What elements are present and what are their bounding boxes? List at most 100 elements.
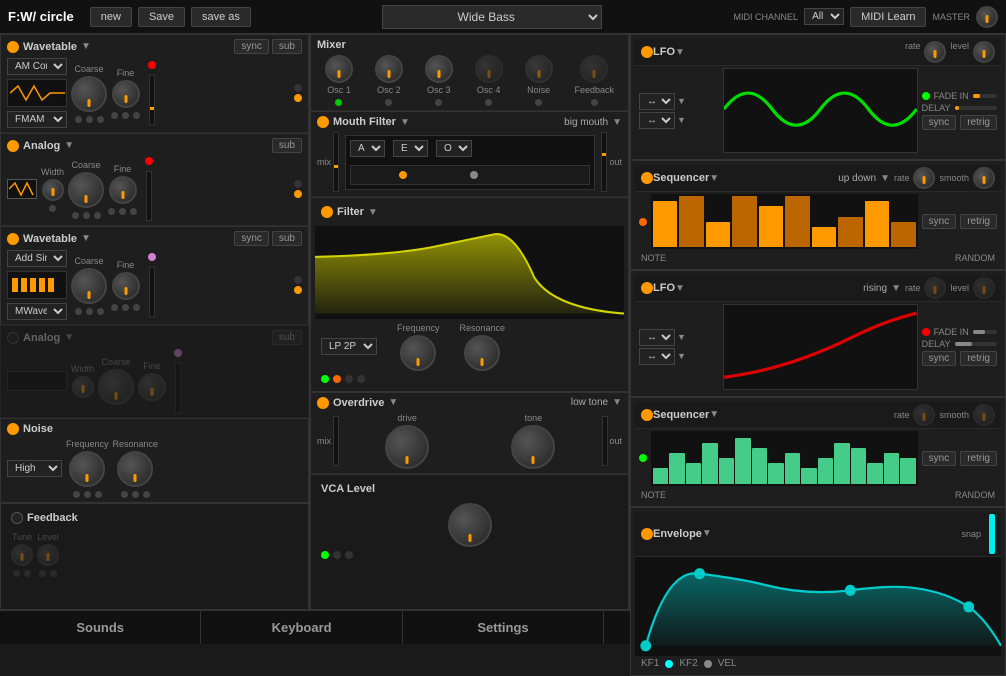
wavetable1-fine-dot1[interactable] bbox=[111, 112, 118, 119]
seq2-bar-11[interactable] bbox=[834, 443, 849, 484]
kf2-led[interactable] bbox=[704, 660, 712, 668]
seq2-bar-10[interactable] bbox=[818, 458, 833, 484]
seq2-bar-8[interactable] bbox=[785, 453, 800, 484]
overdrive-out-slider[interactable] bbox=[602, 416, 608, 466]
analog2-fine-knob[interactable] bbox=[138, 373, 166, 401]
seq1-bar-6[interactable] bbox=[812, 227, 836, 247]
wavetable1-coarse-dot3[interactable] bbox=[97, 116, 104, 123]
filter-power[interactable] bbox=[321, 206, 333, 218]
wavetable1-wave-select[interactable]: FMAM bbox=[7, 111, 67, 128]
save-as-button[interactable]: save as bbox=[191, 7, 251, 27]
nav-settings[interactable]: Settings bbox=[403, 611, 604, 644]
master-knob[interactable] bbox=[976, 6, 998, 28]
seq1-bar-5[interactable] bbox=[785, 196, 809, 247]
mouth-a-dot[interactable] bbox=[399, 171, 407, 179]
mouth-filter-power[interactable] bbox=[317, 116, 329, 128]
lfo1-delay-slider[interactable] bbox=[955, 106, 998, 110]
analog2-slider[interactable] bbox=[175, 363, 181, 413]
seq2-bar-9[interactable] bbox=[801, 468, 816, 483]
midi-learn-button[interactable]: MIDI Learn bbox=[850, 7, 926, 27]
seq1-bar-3[interactable] bbox=[732, 196, 756, 247]
env-power[interactable] bbox=[641, 528, 653, 540]
filter-freq-knob[interactable] bbox=[400, 335, 436, 371]
noise-type-select[interactable]: High bbox=[7, 460, 62, 477]
analog1-f-dot1[interactable] bbox=[108, 208, 115, 215]
noise-r-dot3[interactable] bbox=[143, 491, 150, 498]
wavetable2-f-dot1[interactable] bbox=[111, 304, 118, 311]
wavetable1-coarse-knob[interactable] bbox=[71, 76, 107, 112]
seq1-bar-0[interactable] bbox=[653, 201, 677, 247]
wavetable1-fine-dot3[interactable] bbox=[133, 112, 140, 119]
analog1-f-dot2[interactable] bbox=[119, 208, 126, 215]
feedback-t-dot2[interactable] bbox=[24, 570, 31, 577]
seq1-bar-4[interactable] bbox=[759, 206, 783, 247]
analog1-w-dot1[interactable] bbox=[49, 205, 56, 212]
lfo1-level-knob[interactable] bbox=[973, 41, 995, 63]
lfo1-fade-slider[interactable] bbox=[973, 94, 997, 98]
seq2-bar-4[interactable] bbox=[719, 458, 734, 484]
seq2-bar-7[interactable] bbox=[768, 463, 783, 483]
analog1-c-dot3[interactable] bbox=[94, 212, 101, 219]
seq2-bar-12[interactable] bbox=[851, 448, 866, 484]
lfo1-shape1-select[interactable]: ↔ bbox=[639, 93, 675, 110]
lfo2-shape1-select[interactable]: ↔ bbox=[639, 329, 675, 346]
wavetable2-power[interactable] bbox=[7, 233, 19, 245]
seq1-bars[interactable] bbox=[651, 194, 918, 249]
wavetable1-sub[interactable]: sub bbox=[272, 39, 302, 54]
lfo2-power[interactable] bbox=[641, 282, 653, 294]
analog1-f-dot3[interactable] bbox=[130, 208, 137, 215]
mixer-noise-knob[interactable] bbox=[525, 55, 553, 83]
mixer-osc3-dot[interactable] bbox=[435, 99, 442, 106]
analog1-c-dot1[interactable] bbox=[72, 212, 79, 219]
seq1-smooth-knob[interactable] bbox=[973, 167, 995, 189]
seq2-sync-btn[interactable]: sync bbox=[922, 451, 957, 466]
wavetable1-sync[interactable]: sync bbox=[234, 39, 269, 54]
lfo1-shape2-select[interactable]: ↔ bbox=[639, 112, 675, 129]
mouth-e-dot[interactable] bbox=[470, 171, 478, 179]
mouth-vowel-o[interactable]: O bbox=[436, 140, 472, 157]
env-snap-slider[interactable] bbox=[989, 514, 995, 554]
wavetable2-coarse-knob[interactable] bbox=[71, 268, 107, 304]
mixer-osc2-dot[interactable] bbox=[385, 99, 392, 106]
noise-f-dot1[interactable] bbox=[73, 491, 80, 498]
wavetable1-power[interactable] bbox=[7, 41, 19, 53]
seq2-bar-14[interactable] bbox=[884, 453, 899, 484]
wavetable2-c-dot2[interactable] bbox=[86, 308, 93, 315]
seq1-bar-8[interactable] bbox=[865, 201, 889, 247]
mouth-mix-slider[interactable] bbox=[333, 132, 339, 192]
nav-keyboard[interactable]: Keyboard bbox=[201, 611, 402, 644]
vca-level-knob[interactable] bbox=[448, 503, 492, 547]
noise-f-dot3[interactable] bbox=[95, 491, 102, 498]
mixer-osc4-knob[interactable] bbox=[475, 55, 503, 83]
seq2-bar-2[interactable] bbox=[686, 463, 701, 483]
overdrive-tone-knob[interactable] bbox=[511, 425, 555, 469]
filter-type-select[interactable]: LP 2P bbox=[321, 338, 377, 355]
seq1-rate-knob[interactable] bbox=[913, 167, 935, 189]
mixer-noise-dot[interactable] bbox=[535, 99, 542, 106]
seq1-bar-9[interactable] bbox=[891, 222, 915, 248]
lfo2-fade-slider[interactable] bbox=[973, 330, 997, 334]
seq2-bars[interactable] bbox=[651, 431, 918, 486]
noise-r-dot1[interactable] bbox=[121, 491, 128, 498]
feedback-level-knob[interactable] bbox=[37, 544, 59, 566]
nav-sounds[interactable]: Sounds bbox=[0, 611, 201, 644]
seq1-bar-7[interactable] bbox=[838, 217, 862, 248]
lfo1-power[interactable] bbox=[641, 46, 653, 58]
wavetable1-fine-knob[interactable] bbox=[112, 80, 140, 108]
mouth-vowel-a[interactable]: A bbox=[350, 140, 385, 157]
mixer-osc4-dot[interactable] bbox=[485, 99, 492, 106]
wavetable2-slider[interactable] bbox=[149, 267, 155, 317]
analog1-fine-knob[interactable] bbox=[109, 176, 137, 204]
feedback-l-dot2[interactable] bbox=[50, 570, 57, 577]
kf1-led[interactable] bbox=[665, 660, 673, 668]
wavetable2-fine-knob[interactable] bbox=[112, 272, 140, 300]
wavetable1-coarse-dot1[interactable] bbox=[75, 116, 82, 123]
seq2-bar-5[interactable] bbox=[735, 438, 750, 484]
wavetable1-osc-select[interactable]: AM Com bbox=[7, 58, 67, 75]
analog2-sub[interactable]: sub bbox=[272, 330, 302, 345]
seq1-retrig-btn[interactable]: retrig bbox=[960, 214, 997, 229]
preset-select[interactable]: Wide Bass bbox=[382, 5, 602, 29]
wavetable2-c-dot1[interactable] bbox=[75, 308, 82, 315]
analog1-c-dot2[interactable] bbox=[83, 212, 90, 219]
analog1-power[interactable] bbox=[7, 140, 19, 152]
